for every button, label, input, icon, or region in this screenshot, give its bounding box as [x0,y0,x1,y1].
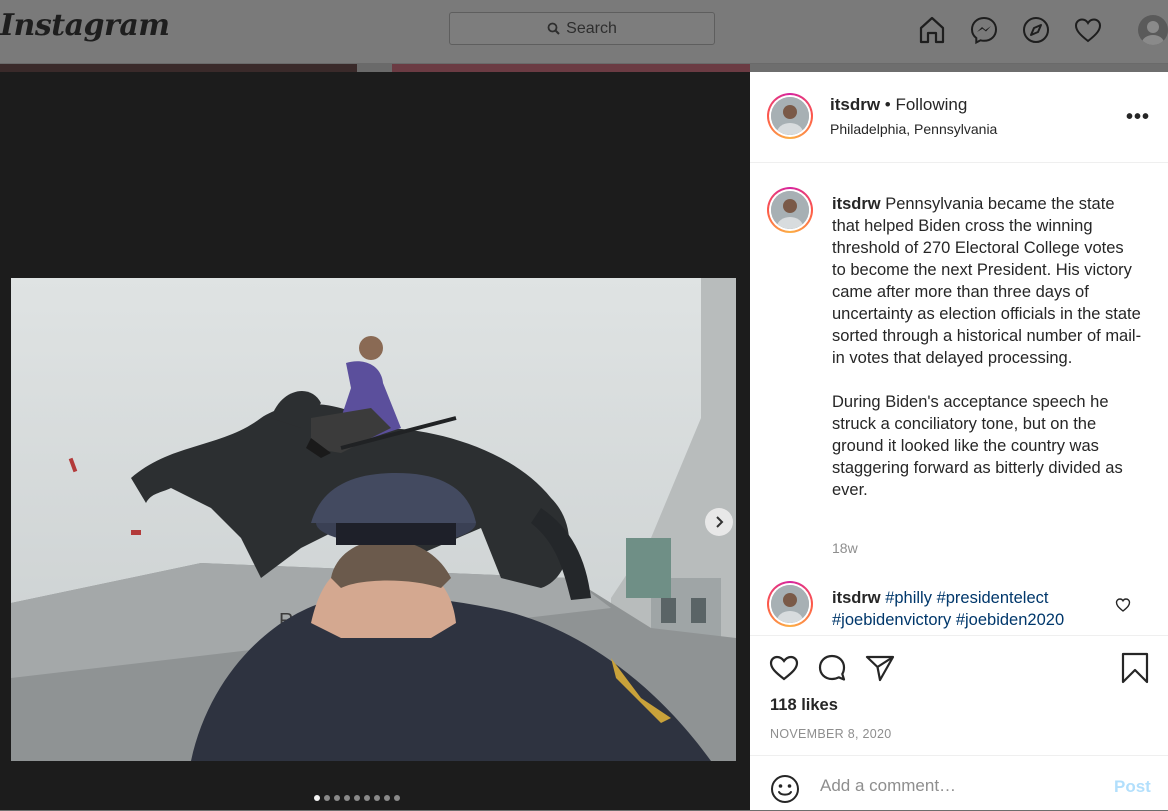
more-options-button[interactable]: ••• [1126,106,1150,129]
caption-author-avatar[interactable] [767,187,813,233]
carousel-indicator [314,795,400,801]
next-image-button[interactable] [705,508,733,536]
post-actions: 118 likes NOVEMBER 8, 2020 [750,635,1168,756]
comment-username[interactable]: itsdrw [832,589,881,607]
caption-timestamp[interactable]: 18w [832,540,858,556]
hashtag-link[interactable]: #presidentelect [937,589,1049,607]
likes-count[interactable]: 118 likes [770,696,838,715]
top-navigation-bar: Instagram Search [0,0,1168,64]
hashtag-link[interactable]: #joebidenvictory [832,611,951,629]
explore-icon[interactable] [1020,14,1052,46]
profile-avatar[interactable] [1138,15,1168,45]
caption-username[interactable]: itsdrw [832,195,881,213]
emoji-icon[interactable] [769,773,801,805]
home-icon[interactable] [916,14,948,46]
media-viewer: REY [0,72,750,810]
share-icon[interactable] [864,652,896,684]
post-comment-button[interactable]: Post [1114,777,1151,797]
carousel-dot [314,795,320,801]
carousel-dot [334,795,340,801]
like-heart-icon[interactable] [768,652,800,684]
hashtag-comment: itsdrw #philly #presidentelect #joebiden… [832,587,1132,631]
comment-input[interactable] [818,770,1102,802]
follow-status[interactable]: • Following [885,95,968,114]
messenger-icon[interactable] [968,14,1000,46]
comment-icon[interactable] [816,652,848,684]
post-location[interactable]: Philadelphia, Pennsylvania [830,121,997,137]
comments-section: itsdrw Pennsylvania became the state tha… [750,163,1168,635]
search-placeholder: Search [566,19,617,37]
activity-heart-icon[interactable] [1072,14,1104,46]
post-details-panel: itsdrw • Following Philadelphia, Pennsyl… [750,72,1168,810]
carousel-dot [354,795,360,801]
save-bookmark-icon[interactable] [1120,652,1150,684]
carousel-dot [324,795,330,801]
carousel-dot [364,795,370,801]
chevron-right-icon [716,516,724,528]
like-comment-heart-icon[interactable] [1115,597,1131,613]
search-box[interactable]: Search [449,12,715,45]
post-date[interactable]: NOVEMBER 8, 2020 [770,727,892,741]
author-username[interactable]: itsdrw [830,95,880,114]
carousel-dot [394,795,400,801]
post-header: itsdrw • Following Philadelphia, Pennsyl… [750,72,1168,163]
carousel-dot [384,795,390,801]
hashtag-link[interactable]: #joebiden2020 [956,611,1064,629]
comment-author-avatar[interactable] [767,581,813,627]
add-comment-bar: Post [750,755,1168,811]
post-photo: REY [11,278,736,761]
carousel-dot [344,795,350,801]
hashtag-link[interactable]: #philly [885,589,932,607]
instagram-logo[interactable]: Instagram [0,8,170,43]
author-avatar[interactable] [767,93,813,139]
caption: itsdrw Pennsylvania became the state tha… [832,193,1142,501]
carousel-dot [374,795,380,801]
caption-text: Pennsylvania became the state that helpe… [832,195,1142,499]
search-icon [547,22,560,35]
